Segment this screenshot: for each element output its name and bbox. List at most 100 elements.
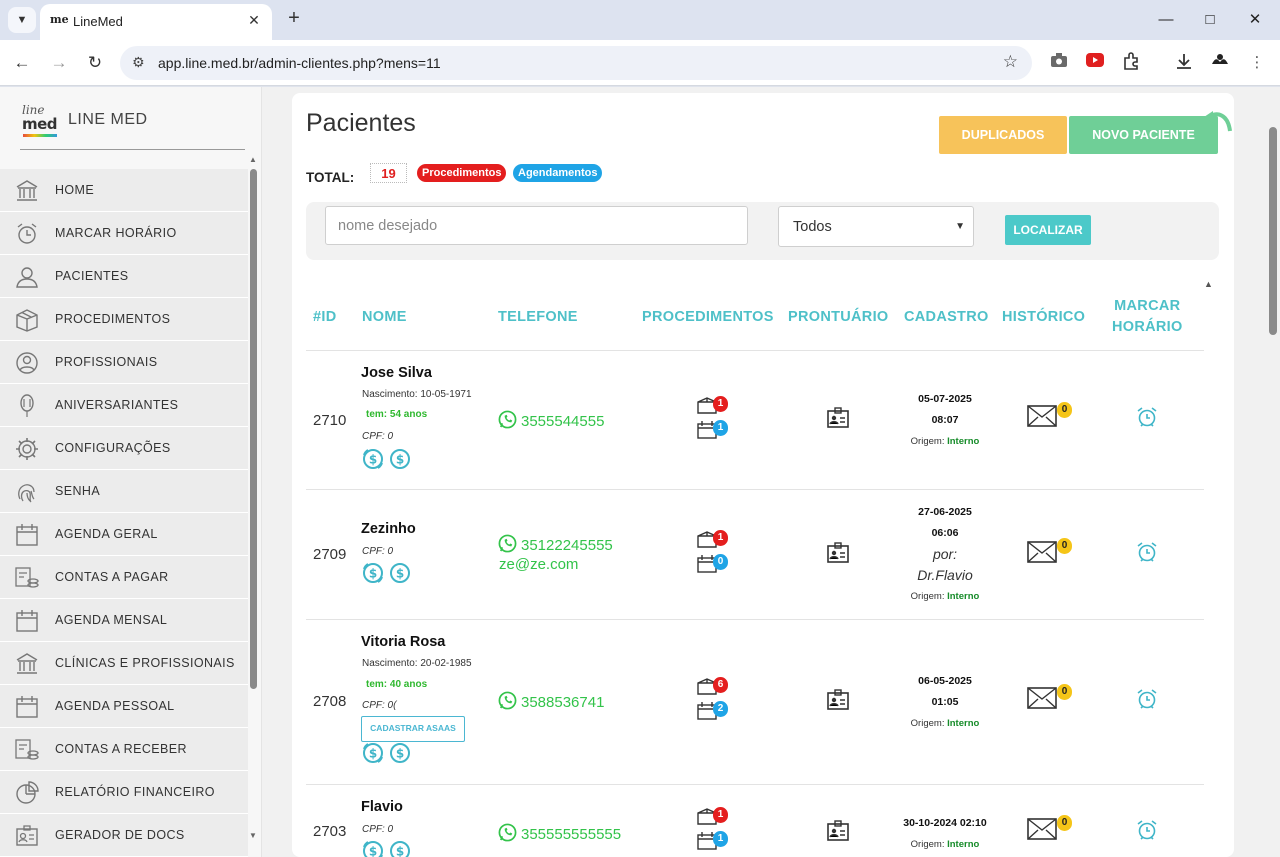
medical-record-icon[interactable] bbox=[826, 688, 850, 712]
sidebar-item-procedimentos[interactable]: PROCEDIMENTOS bbox=[0, 298, 248, 341]
sidebar-item-relatorio-financeiro[interactable]: RELATÓRIO FINANCEIRO bbox=[0, 771, 248, 814]
bank-icon bbox=[16, 653, 38, 674]
download-icon[interactable] bbox=[1173, 52, 1195, 74]
close-window-button[interactable]: ✕ bbox=[1243, 8, 1267, 32]
sort-up-icon[interactable]: ▲ bbox=[1204, 279, 1213, 289]
procedures-counter[interactable]: 1 1 bbox=[696, 394, 736, 446]
patient-phone[interactable]: 3588536741 bbox=[498, 691, 604, 711]
procedures-counter[interactable]: 1 1 bbox=[696, 805, 736, 857]
medical-record-icon[interactable] bbox=[826, 819, 850, 843]
camera-icon[interactable] bbox=[1048, 52, 1070, 74]
sidebar-item-agenda-pessoal[interactable]: AGENDA PESSOAL bbox=[0, 685, 248, 728]
procedures-counter[interactable]: 1 0 bbox=[696, 528, 736, 580]
patient-email[interactable]: ze@ze.com bbox=[499, 556, 578, 573]
profile-avatar-icon[interactable] bbox=[1209, 52, 1231, 74]
pie-chart-icon bbox=[16, 781, 39, 804]
table-row[interactable]: 2710 Jose Silva Nascimento: 10-05-1971 t… bbox=[306, 351, 1204, 490]
table-row[interactable]: 2708 Vitoria Rosa Nascimento: 20-02-1985… bbox=[306, 620, 1204, 785]
page-scrollbar[interactable] bbox=[1266, 87, 1280, 857]
forward-button[interactable]: → bbox=[47, 51, 71, 75]
user-circle-icon bbox=[16, 352, 38, 374]
scroll-up-icon[interactable]: ▲ bbox=[249, 155, 257, 164]
search-button[interactable]: LOCALIZAR bbox=[1005, 215, 1091, 245]
registered-by-label: por: bbox=[932, 546, 958, 562]
column-history[interactable]: HISTÓRICO bbox=[1002, 309, 1085, 325]
patient-name[interactable]: Vitoria Rosa bbox=[361, 634, 445, 650]
column-id[interactable]: #ID bbox=[313, 309, 336, 325]
column-procedures[interactable]: PROCEDIMENTOS bbox=[642, 309, 774, 325]
favicon: me bbox=[50, 13, 69, 26]
browser-tab[interactable]: me LineMed ✕ bbox=[40, 4, 272, 40]
sidebar-item-gerador-de-docs[interactable]: GERADOR DE DOCS bbox=[0, 814, 248, 857]
user-icon bbox=[16, 267, 38, 288]
history-button[interactable]: 0 bbox=[1027, 538, 1075, 568]
sidebar-scrollbar[interactable]: ▲ ▼ bbox=[248, 155, 260, 845]
money-actions-icon[interactable]: $ $ bbox=[362, 839, 410, 857]
status-select[interactable]: Todos ▼ bbox=[778, 206, 974, 247]
name-search-input[interactable]: nome desejado bbox=[325, 206, 748, 245]
back-button[interactable]: ← bbox=[10, 51, 34, 75]
scroll-down-icon[interactable]: ▼ bbox=[249, 831, 257, 840]
sidebar-item-profissionais[interactable]: PROFISSIONAIS bbox=[0, 341, 248, 384]
sidebar-item-marcar-horario[interactable]: MARCAR HORÁRIO bbox=[0, 212, 248, 255]
duplicates-button[interactable]: DUPLICADOS bbox=[939, 116, 1067, 154]
money-actions-icon[interactable]: $ $ bbox=[362, 561, 410, 585]
minimize-button[interactable]: — bbox=[1154, 8, 1178, 32]
site-settings-icon[interactable]: ⚙ bbox=[132, 54, 145, 71]
medical-record-icon[interactable] bbox=[826, 541, 850, 565]
sidebar-item-home[interactable]: HOME bbox=[0, 169, 248, 212]
money-actions-icon[interactable]: $ $ bbox=[362, 447, 410, 471]
new-patient-button[interactable]: NOVO PACIENTE bbox=[1069, 116, 1218, 154]
sidebar-item-pacientes[interactable]: PACIENTES bbox=[0, 255, 248, 298]
page-scroll-thumb[interactable] bbox=[1269, 127, 1277, 335]
column-record[interactable]: PRONTUÁRIO bbox=[788, 309, 888, 325]
browser-menu-icon[interactable]: ⋮ bbox=[1246, 52, 1268, 74]
sidebar-item-agenda-mensal[interactable]: AGENDA MENSAL bbox=[0, 599, 248, 642]
procedures-counter[interactable]: 6 2 bbox=[696, 675, 736, 727]
medical-record-icon[interactable] bbox=[826, 406, 850, 430]
history-count-badge: 0 bbox=[1057, 815, 1072, 831]
history-button[interactable]: 0 bbox=[1027, 684, 1075, 714]
extensions-icon[interactable] bbox=[1120, 52, 1142, 74]
bookmark-star-icon[interactable]: ☆ bbox=[1003, 52, 1018, 72]
balloon-icon bbox=[20, 394, 34, 417]
patient-phone[interactable]: 3555544555 bbox=[498, 410, 604, 430]
maximize-button[interactable]: □ bbox=[1198, 8, 1222, 32]
patient-name[interactable]: Zezinho bbox=[361, 521, 416, 537]
patient-phone[interactable]: 355555555555 bbox=[498, 823, 621, 843]
column-registration[interactable]: CADASTRO bbox=[904, 309, 989, 325]
alarm-clock-icon[interactable] bbox=[1136, 406, 1158, 428]
table-row[interactable]: 2709 Zezinho CPF: 0 $ $ 35122245555 ze@ze… bbox=[306, 490, 1204, 620]
history-button[interactable]: 0 bbox=[1027, 402, 1075, 432]
reload-button[interactable]: ↻ bbox=[83, 51, 107, 75]
history-button[interactable]: 0 bbox=[1027, 815, 1075, 845]
sidebar-item-senha[interactable]: SENHA bbox=[0, 470, 248, 513]
register-asaas-button[interactable]: CADASTRAR ASAAS bbox=[361, 716, 465, 742]
sidebar-item-clinicas-e-profissionais[interactable]: CLÍNICAS E PROFISSIONAIS bbox=[0, 642, 248, 685]
svg-text:$: $ bbox=[396, 845, 404, 857]
patient-name[interactable]: Flavio bbox=[361, 799, 403, 815]
column-schedule[interactable]: MARCAR HORÁRIO bbox=[1112, 296, 1183, 338]
close-tab-icon[interactable]: ✕ bbox=[244, 10, 264, 30]
column-name[interactable]: NOME bbox=[362, 309, 407, 325]
tab-search-button[interactable]: ▼ bbox=[8, 7, 36, 33]
alarm-clock-icon[interactable] bbox=[1136, 688, 1158, 710]
registration-date: 27-06-2025 bbox=[918, 506, 972, 518]
new-tab-button[interactable]: + bbox=[282, 7, 306, 31]
patient-name[interactable]: Jose Silva bbox=[361, 365, 432, 381]
alarm-clock-icon[interactable] bbox=[1136, 819, 1158, 841]
table-row[interactable]: 2703 Flavio CPF: 0 $ $ 355555555555 1 1 3… bbox=[306, 785, 1204, 857]
money-actions-icon[interactable]: $ $ bbox=[362, 741, 410, 765]
sidebar-scroll-thumb[interactable] bbox=[250, 169, 257, 689]
sidebar-item-configuracoes[interactable]: CONFIGURAÇÕES bbox=[0, 427, 248, 470]
patient-phone[interactable]: 35122245555 bbox=[498, 534, 613, 554]
sidebar-item-contas-a-receber[interactable]: CONTAS A RECEBER bbox=[0, 728, 248, 771]
whatsapp-icon bbox=[498, 534, 517, 553]
alarm-clock-icon[interactable] bbox=[1136, 541, 1158, 563]
sidebar-item-contas-a-pagar[interactable]: CONTAS A PAGAR bbox=[0, 556, 248, 599]
sidebar-item-agenda-geral[interactable]: AGENDA GERAL bbox=[0, 513, 248, 556]
url-field[interactable]: ⚙ app.line.med.br/admin-clientes.php?men… bbox=[120, 46, 1032, 80]
column-phone[interactable]: TELEFONE bbox=[498, 309, 578, 325]
sidebar-item-aniversariantes[interactable]: ANIVERSARIANTES bbox=[0, 384, 248, 427]
youtube-extension-icon[interactable] bbox=[1084, 52, 1106, 74]
